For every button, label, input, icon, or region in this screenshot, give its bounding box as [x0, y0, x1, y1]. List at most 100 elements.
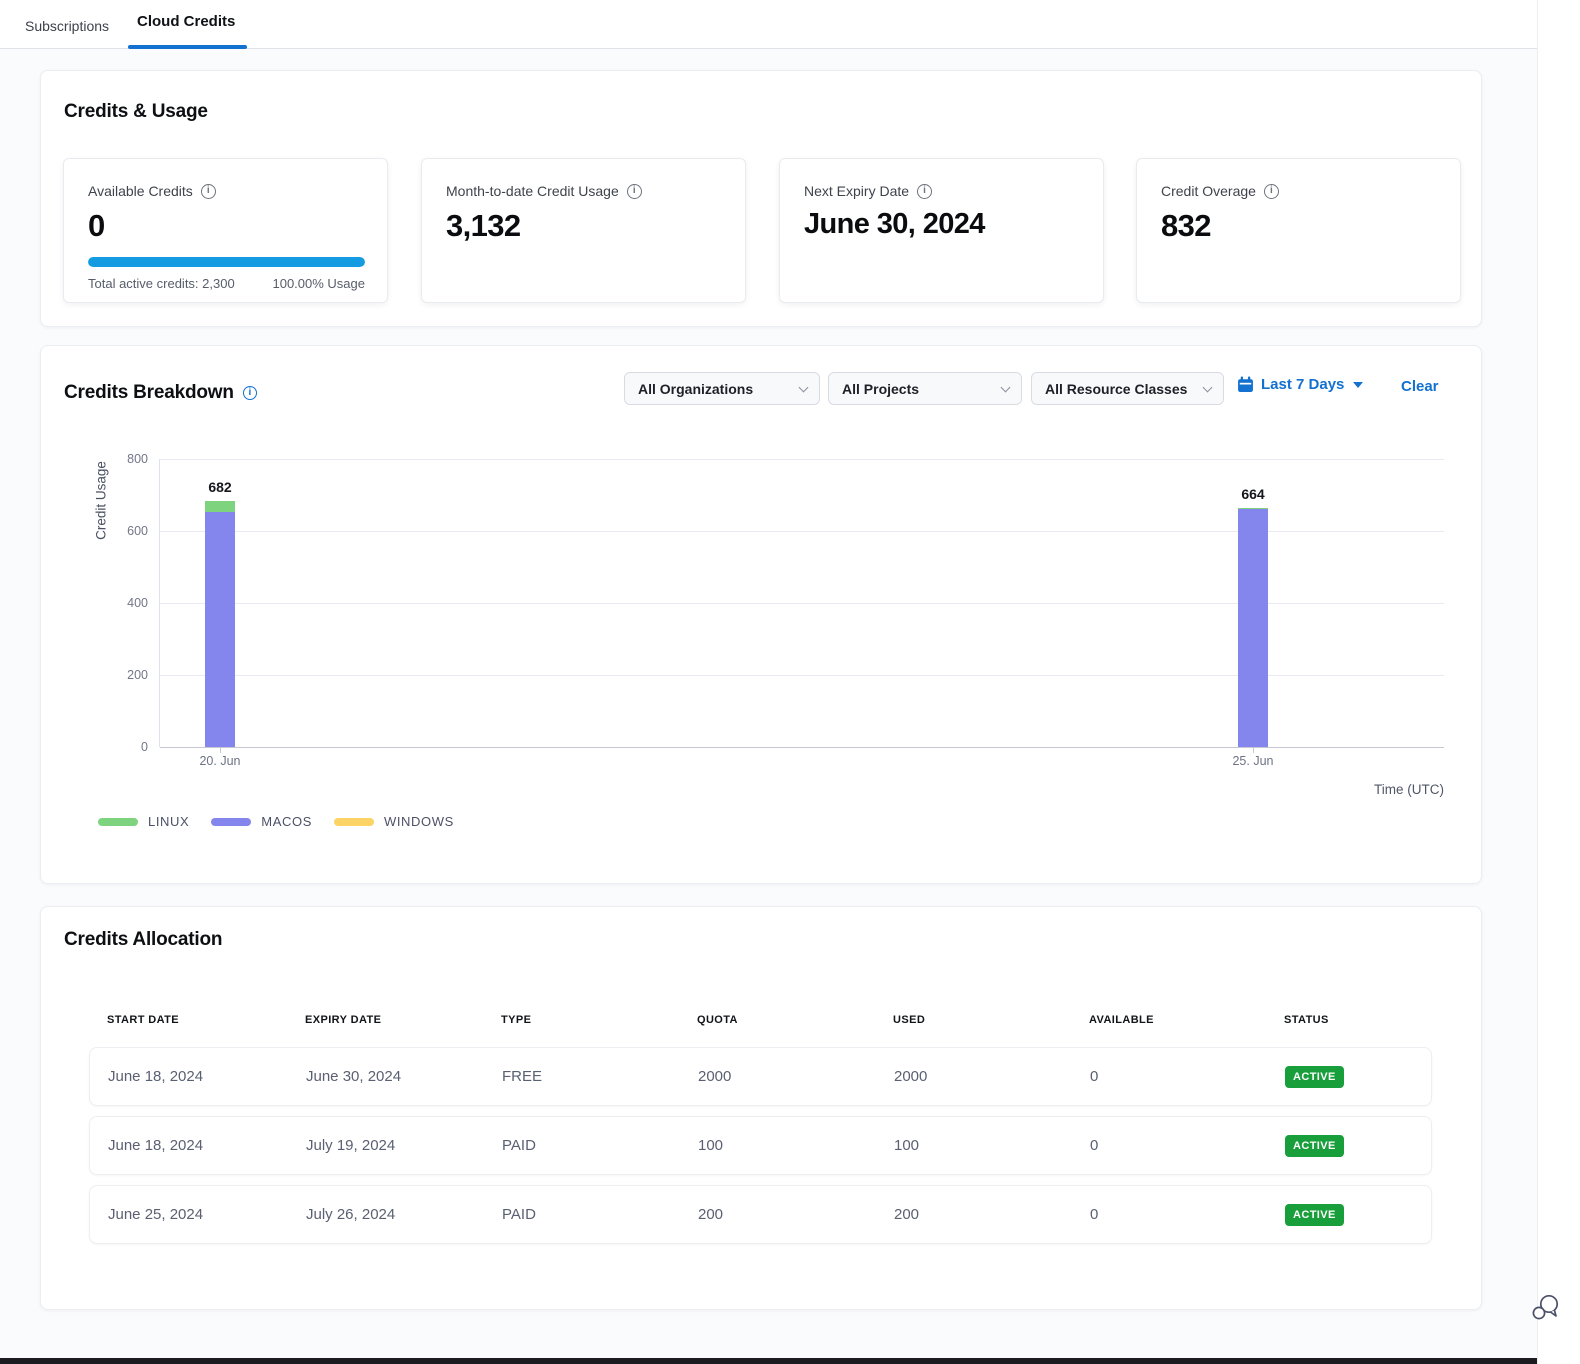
info-icon[interactable]: i	[1264, 184, 1279, 199]
cell-available: 0	[1090, 1186, 1098, 1243]
cell-status: ACTIVE	[1285, 1117, 1344, 1174]
y-axis-tick: 600	[106, 524, 148, 538]
available-credits-stat: Available Credits i 0 Total active credi…	[63, 158, 388, 303]
credits-usage-title: Credits & Usage	[64, 101, 208, 123]
resource-classes-filter-select[interactable]: All Resource Classes	[1031, 372, 1224, 405]
y-axis-tick: 200	[106, 668, 148, 682]
legend-item-linux[interactable]: LINUX	[98, 814, 189, 829]
cell-quota: 2000	[698, 1048, 731, 1105]
tab-cloud-credits[interactable]: Cloud Credits	[137, 13, 235, 30]
chart-legend: LINUX MACOS WINDOWS	[98, 814, 454, 829]
column-header-start: START DATE	[107, 1014, 179, 1026]
column-header-type: TYPE	[501, 1014, 531, 1026]
available-credits-value: 0	[88, 208, 363, 244]
cell-quota: 200	[698, 1186, 723, 1243]
chevron-down-icon	[1001, 382, 1011, 392]
next-expiry-value: June 30, 2024	[804, 208, 1079, 241]
chevron-down-icon	[799, 382, 809, 392]
cell-available: 0	[1090, 1048, 1098, 1105]
cell-expiry: July 19, 2024	[306, 1117, 395, 1174]
chat-feedback-button[interactable]	[1530, 1293, 1562, 1323]
y-axis-tick: 800	[106, 452, 148, 466]
projects-filter-value: All Projects	[842, 381, 919, 397]
legend-swatch	[334, 818, 374, 826]
cell-type: PAID	[502, 1117, 536, 1174]
cell-expiry: June 30, 2024	[306, 1048, 401, 1105]
bar-segment-macos	[1238, 509, 1268, 747]
legend-label: LINUX	[148, 814, 189, 829]
active-tab-underline	[128, 45, 247, 49]
bar-segment-linux	[205, 501, 235, 512]
credit-overage-label: Credit Overage	[1161, 183, 1256, 199]
x-axis-tick	[1253, 747, 1254, 753]
clear-filters-button[interactable]: Clear	[1401, 378, 1439, 395]
cell-available: 0	[1090, 1117, 1098, 1174]
bar-total-label: 682	[190, 479, 250, 495]
organizations-filter-value: All Organizations	[638, 381, 753, 397]
y-axis-tick: 400	[106, 596, 148, 610]
x-axis-tick-label: 20. Jun	[178, 754, 262, 768]
bar-segment-linux	[1238, 508, 1268, 509]
cell-status: ACTIVE	[1285, 1186, 1344, 1243]
cell-start: June 25, 2024	[108, 1186, 203, 1243]
info-icon[interactable]: i	[917, 184, 932, 199]
cell-used: 100	[894, 1117, 919, 1174]
cell-used: 200	[894, 1186, 919, 1243]
info-icon[interactable]: i	[627, 184, 642, 199]
credits-usage-card: Credits & Usage Available Credits i 0 To…	[40, 70, 1482, 327]
cell-used: 2000	[894, 1048, 927, 1105]
credits-breakdown-title-row: Credits Breakdown i	[64, 382, 257, 404]
column-header-expiry: EXPIRY DATE	[305, 1014, 381, 1026]
gridline	[160, 747, 1444, 748]
date-range-label: Last 7 Days	[1261, 376, 1344, 393]
cell-start: June 18, 2024	[108, 1048, 203, 1105]
legend-label: WINDOWS	[384, 814, 454, 829]
projects-filter-select[interactable]: All Projects	[828, 372, 1022, 405]
x-axis-tick-label: 25. Jun	[1211, 754, 1295, 768]
bar-total-label: 664	[1223, 486, 1283, 502]
usage-percent-text: 100.00% Usage	[272, 276, 365, 291]
organizations-filter-select[interactable]: All Organizations	[624, 372, 820, 405]
tab-bar: Subscriptions Cloud Credits	[0, 0, 1537, 49]
legend-label: MACOS	[261, 814, 312, 829]
credits-allocation-title: Credits Allocation	[64, 929, 222, 951]
legend-swatch	[98, 818, 138, 826]
status-badge: ACTIVE	[1285, 1204, 1344, 1226]
stacked-bar-25-jun	[1238, 508, 1268, 747]
mtd-usage-stat: Month-to-date Credit Usage i 3,132	[421, 158, 746, 303]
column-header-used: USED	[893, 1014, 925, 1026]
legend-swatch	[211, 818, 251, 826]
gridline	[160, 459, 1444, 460]
column-header-available: AVAILABLE	[1089, 1014, 1154, 1026]
resource-classes-filter-value: All Resource Classes	[1045, 381, 1187, 397]
window-bottom-edge	[0, 1358, 1537, 1364]
chart-x-axis-title: Time (UTC)	[1294, 782, 1444, 797]
right-side-panel-strip	[1537, 0, 1580, 1364]
column-header-status: STATUS	[1284, 1014, 1329, 1026]
credit-usage-progress-fill	[88, 257, 365, 267]
x-axis-tick	[220, 747, 221, 753]
chevron-down-icon	[1203, 382, 1213, 392]
total-active-credits-text: Total active credits: 2,300	[88, 276, 235, 291]
date-range-picker[interactable]: Last 7 Days	[1237, 376, 1363, 393]
next-expiry-label: Next Expiry Date	[804, 183, 909, 199]
chat-bubbles-icon	[1530, 1293, 1562, 1323]
y-axis-tick: 0	[106, 740, 148, 754]
info-icon[interactable]: i	[201, 184, 216, 199]
cell-start: June 18, 2024	[108, 1117, 203, 1174]
table-row: June 18, 2024July 19, 2024PAID1001000ACT…	[89, 1116, 1432, 1175]
tab-subscriptions[interactable]: Subscriptions	[25, 18, 109, 34]
next-expiry-stat: Next Expiry Date i June 30, 2024	[779, 158, 1104, 303]
info-icon[interactable]: i	[243, 386, 257, 400]
table-row: June 18, 2024 June 30, 2024 FREE 2000 2000 0 A…	[89, 1047, 1432, 1106]
legend-item-windows[interactable]: WINDOWS	[334, 814, 454, 829]
mtd-usage-label: Month-to-date Credit Usage	[446, 183, 619, 199]
cell-type: FREE	[502, 1048, 542, 1105]
credits-breakdown-card: Credits Breakdown i All Organizations Al…	[40, 345, 1482, 884]
credit-usage-progress-bar	[88, 257, 365, 267]
cell-status: ACTIVE	[1285, 1048, 1344, 1105]
credit-overage-value: 832	[1161, 208, 1436, 244]
legend-item-macos[interactable]: MACOS	[211, 814, 312, 829]
cell-type: PAID	[502, 1186, 536, 1243]
caret-down-icon	[1353, 382, 1363, 388]
